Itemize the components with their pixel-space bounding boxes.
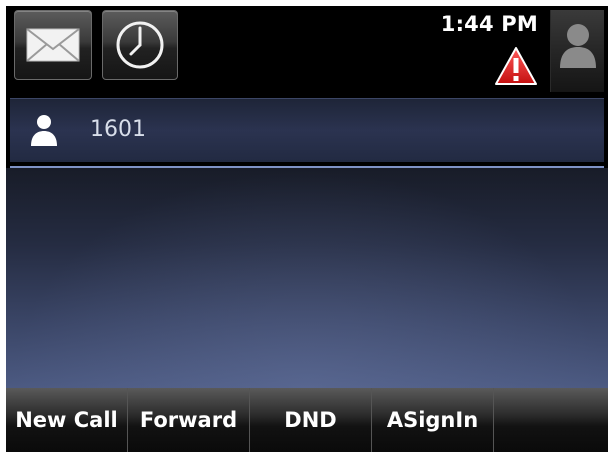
user-icon (31, 115, 57, 146)
softkey-bar: New Call Forward DND ASignIn (6, 388, 608, 452)
call-history-button[interactable] (102, 10, 178, 80)
messages-button[interactable] (14, 10, 92, 80)
envelope-icon (26, 28, 80, 62)
softkey-forward[interactable]: Forward (128, 388, 250, 452)
line-label: 1601 (90, 117, 146, 142)
clock-time: 1:44 PM (440, 12, 538, 36)
softkey-empty[interactable] (494, 388, 598, 452)
phone-screen: 1:44 PM 1601 New Call Forward DND ASignI… (6, 6, 608, 452)
softkey-new-call[interactable]: New Call (6, 388, 128, 452)
softkey-dnd[interactable]: DND (250, 388, 372, 452)
softkey-asignin[interactable]: ASignIn (372, 388, 494, 452)
user-avatar-button[interactable] (550, 10, 604, 92)
warning-triangle-icon[interactable] (494, 46, 538, 86)
status-bar: 1:44 PM (6, 6, 608, 96)
user-silhouette-icon (559, 24, 596, 68)
line-key-1601[interactable]: 1601 (10, 98, 604, 162)
main-area (6, 168, 608, 388)
clock-icon (116, 21, 164, 69)
